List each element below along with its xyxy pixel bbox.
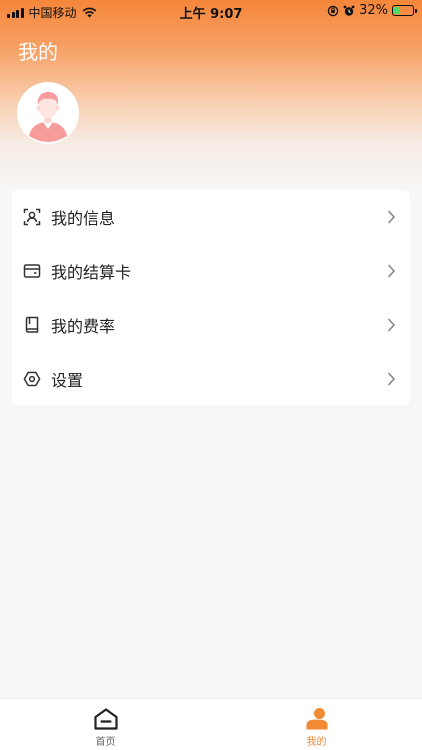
battery-fill xyxy=(394,7,400,14)
avatar-person-icon xyxy=(17,82,79,144)
menu-card: 我的信息 我的结算卡 我的费率 设置 xyxy=(12,190,410,405)
status-bar: 中国移动 上午 9:07 32% xyxy=(0,0,422,22)
tab-home[interactable]: 首页 xyxy=(0,699,211,750)
tab-label: 我的 xyxy=(306,737,327,748)
tab-label: 首页 xyxy=(95,737,116,748)
chevron-right-icon xyxy=(387,210,396,224)
alarm-icon xyxy=(343,5,355,16)
chevron-right-icon xyxy=(387,264,396,278)
menu-item-label: 我的结算卡 xyxy=(51,263,132,282)
rotation-lock-icon xyxy=(327,5,339,16)
menu-item-settings[interactable]: 设置 xyxy=(12,352,410,406)
menu-item-label: 我的费率 xyxy=(51,317,116,336)
profile-icon xyxy=(306,708,327,730)
user-scan-icon xyxy=(23,208,41,226)
settings-icon xyxy=(23,370,41,388)
bottom-tabbar: 首页 我的 xyxy=(0,698,422,750)
battery-icon xyxy=(392,5,417,16)
avatar[interactable] xyxy=(17,82,79,144)
page-title: 我的 xyxy=(18,40,58,64)
book-icon xyxy=(23,316,41,334)
home-icon xyxy=(93,708,118,730)
menu-item-label: 设置 xyxy=(51,371,84,390)
menu-item-my-info[interactable]: 我的信息 xyxy=(12,190,410,244)
menu-item-my-rate[interactable]: 我的费率 xyxy=(12,298,410,352)
battery-percent: 32% xyxy=(359,3,388,18)
tab-mine[interactable]: 我的 xyxy=(211,699,422,750)
card-icon xyxy=(23,262,41,280)
menu-item-my-card[interactable]: 我的结算卡 xyxy=(12,244,410,298)
status-right: 32% xyxy=(327,3,417,18)
chevron-right-icon xyxy=(387,372,396,386)
menu-item-label: 我的信息 xyxy=(51,209,116,228)
chevron-right-icon xyxy=(387,318,396,332)
